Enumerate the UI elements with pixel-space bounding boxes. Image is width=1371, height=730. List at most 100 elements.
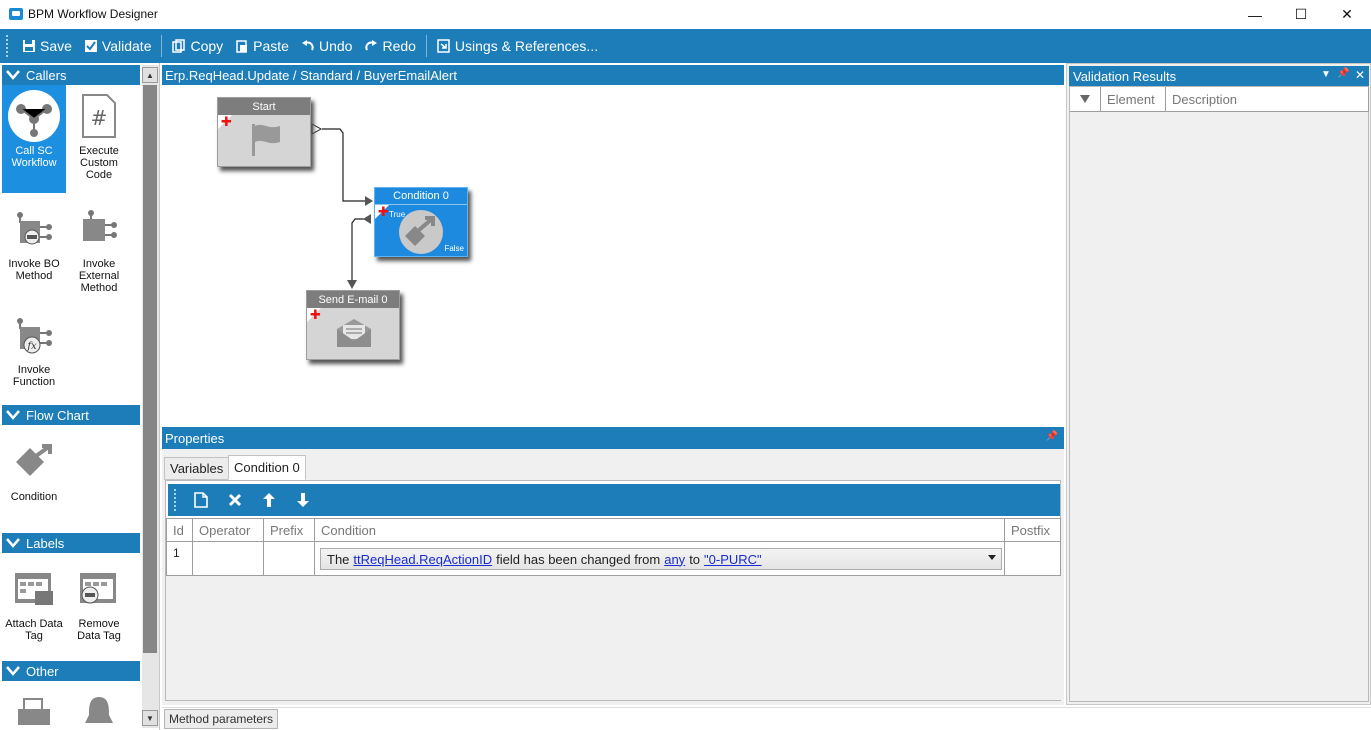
method-parameters-tab[interactable]: Method parameters [164, 709, 279, 729]
tool-invoke-function[interactable]: fx Invoke Function [2, 304, 66, 404]
arrow-down-icon [297, 493, 309, 507]
bell-icon [72, 691, 126, 730]
cell-id[interactable]: 1 [166, 542, 193, 576]
column-header-operator[interactable]: Operator [193, 518, 264, 542]
column-header-prefix[interactable]: Prefix [264, 518, 315, 542]
workflow-icon [7, 89, 61, 143]
save-button[interactable]: Save [16, 32, 78, 60]
group-other[interactable]: Other [2, 661, 140, 681]
validate-button[interactable]: Validate [78, 32, 158, 60]
copy-icon [172, 39, 186, 53]
group-label: Other [26, 663, 59, 679]
undo-label: Undo [318, 38, 353, 54]
chevron-down-icon [6, 410, 20, 420]
properties-header: Properties 📌 [162, 427, 1064, 449]
condition-toolbar [168, 484, 1060, 516]
copy-button[interactable]: Copy [166, 32, 229, 60]
cell-prefix[interactable] [264, 542, 315, 576]
new-row-button[interactable] [184, 485, 218, 515]
move-down-button[interactable] [286, 485, 320, 515]
minimize-button[interactable]: — [1232, 0, 1278, 29]
node-title: Condition 0 [375, 188, 467, 205]
delete-row-button[interactable] [218, 485, 252, 515]
tab-condition-0[interactable]: Condition 0 [228, 455, 306, 480]
tool-remove-data-tag[interactable]: Remove Data Tag [67, 558, 131, 648]
tool-call-sc-workflow[interactable]: Call SC Workflow [2, 85, 66, 193]
move-up-button[interactable] [252, 485, 286, 515]
pin-icon[interactable]: 📌 [1046, 431, 1058, 442]
tool-invoke-bo-method[interactable]: Invoke BO Method [2, 198, 66, 298]
group-flow-chart[interactable]: Flow Chart [2, 405, 140, 425]
scroll-up-button[interactable]: ▲ [142, 67, 158, 83]
add-icon[interactable]: ✚ [221, 115, 232, 128]
workflow-canvas[interactable]: Start ✚ Condition 0 ✚ True False Send E-… [162, 85, 1064, 425]
filter-icon[interactable] [1070, 87, 1101, 112]
add-icon[interactable]: ✚ [378, 205, 389, 218]
tool-condition[interactable]: Condition [2, 431, 66, 511]
scroll-thumb[interactable] [143, 85, 157, 653]
dropdown-icon[interactable]: ▼ [1321, 69, 1331, 80]
chevron-down-icon[interactable] [988, 555, 996, 560]
tool-invoke-external-method[interactable]: Invoke External Method [67, 198, 131, 298]
chevron-down-icon [6, 70, 20, 80]
column-header-description[interactable]: Description [1166, 87, 1369, 112]
chevron-down-icon [6, 538, 20, 548]
condition-text-to: to [689, 551, 701, 567]
properties-title: Properties [165, 430, 225, 446]
usings-label: Usings & References... [454, 38, 599, 54]
group-callers[interactable]: Callers [2, 65, 140, 85]
window-title: BPM Workflow Designer [28, 7, 158, 21]
close-button[interactable]: ✕ [1324, 0, 1370, 29]
condition-from-link[interactable]: any [664, 552, 685, 567]
node-start[interactable]: Start ✚ [217, 97, 311, 167]
condition-to-link[interactable]: "0-PURC" [704, 552, 762, 567]
tab-label: Variables [170, 461, 224, 476]
tool-label: Call SC Workflow [11, 145, 57, 169]
cell-condition[interactable]: The ttReqHead.ReqActionID field has been… [315, 542, 1005, 576]
validate-label: Validate [101, 38, 152, 54]
svg-text:fx: fx [26, 341, 37, 352]
canvas-breadcrumb: Erp.ReqHead.Update / Standard / BuyerEma… [162, 65, 1064, 85]
condition-field-link[interactable]: ttReqHead.ReqActionID [353, 552, 492, 567]
column-header-element[interactable]: Element [1101, 87, 1166, 112]
node-condition[interactable]: Condition 0 ✚ True False [374, 187, 468, 257]
tool-label: Execute Custom Code [79, 145, 119, 181]
paste-button[interactable]: Paste [229, 32, 295, 60]
tab-variables[interactable]: Variables [164, 457, 230, 480]
toolbar-grip[interactable] [6, 35, 10, 57]
app-icon [9, 8, 23, 20]
condition-dropdown[interactable]: The ttReqHead.ReqActionID field has been… [320, 548, 1002, 570]
undo-button[interactable]: Undo [295, 32, 358, 60]
toolbox-scrollbar[interactable]: ▲ ▼ [142, 65, 159, 728]
toolbar-grip[interactable] [174, 489, 178, 511]
redo-button[interactable]: Redo [358, 32, 421, 60]
tool-notification[interactable] [67, 687, 131, 730]
tool-printer[interactable] [2, 687, 66, 730]
method-icon [72, 202, 126, 256]
column-header-condition[interactable]: Condition [315, 518, 1005, 542]
column-header-postfix[interactable]: Postfix [1005, 518, 1061, 542]
node-send-email[interactable]: Send E-mail 0 ✚ [306, 290, 400, 360]
method-icon [7, 202, 61, 256]
function-icon: fx [7, 308, 61, 362]
column-header-id[interactable]: Id [166, 518, 193, 542]
cell-operator[interactable] [193, 542, 264, 576]
pin-icon[interactable]: 📌 [1337, 68, 1349, 79]
toolbox-panel: Callers Call SC Workflow # Execute Custo… [0, 63, 160, 730]
maximize-button[interactable]: ☐ [1278, 0, 1324, 29]
scroll-down-button[interactable]: ▼ [142, 710, 158, 726]
cell-postfix[interactable] [1005, 542, 1061, 576]
tool-label: Remove Data Tag [77, 618, 121, 642]
status-bar: Method parameters [162, 707, 1371, 730]
close-icon[interactable]: ✕ [1355, 68, 1365, 82]
condition-text-mid: field has been changed from [496, 551, 661, 567]
group-label: Callers [26, 67, 67, 83]
add-icon[interactable]: ✚ [310, 308, 321, 321]
tool-attach-data-tag[interactable]: Attach Data Tag [2, 558, 66, 648]
svg-text:#: # [91, 106, 108, 130]
save-icon [23, 40, 35, 52]
tool-label: Invoke Function [12, 364, 56, 388]
tool-execute-custom-code[interactable]: # Execute Custom Code [67, 85, 131, 193]
group-labels[interactable]: Labels [2, 533, 140, 553]
usings-button[interactable]: Usings & References... [431, 32, 604, 60]
